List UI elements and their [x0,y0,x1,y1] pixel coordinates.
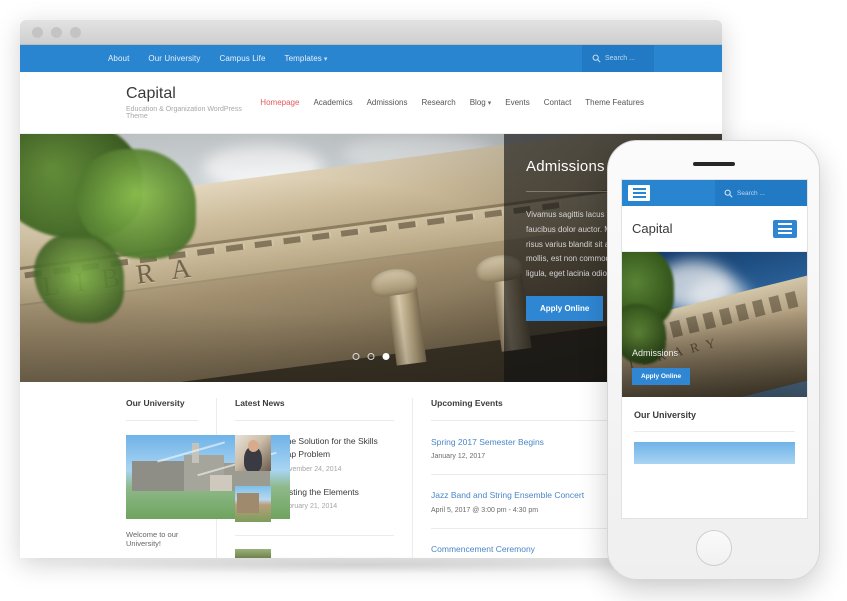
phone-brand-title[interactable]: Capital [632,221,672,236]
nav-item-admissions[interactable]: Admissions [367,98,408,107]
window-close-dot[interactable] [32,26,43,38]
slider-dot-3-active[interactable] [382,353,390,360]
event-divider [431,474,608,476]
nav-item-research[interactable]: Research [421,98,455,107]
topnav-item-about[interactable]: About [108,54,129,63]
nav-label: Blog [469,98,486,107]
top-search-placeholder: Search ... [605,55,635,62]
apply-online-button[interactable]: Apply Online [526,295,604,321]
nav-item-events[interactable]: Events [505,98,529,107]
nav-label: Research [421,98,456,107]
nav-label: Homepage [260,98,300,107]
our-university-title: Our University [126,398,185,408]
phone-earpiece-speaker [692,162,735,166]
event-list-item[interactable]: Commencement Ceremony [431,542,608,556]
event-item-title[interactable]: Commencement Ceremony [431,542,608,556]
top-search-field[interactable]: Search ... [582,45,654,72]
news-item-title[interactable]: Testing the Elements [280,486,359,499]
slider-pagination [352,353,390,360]
news-item-date: November 24, 2014 [280,465,342,473]
our-university-column: Our University Welcome to our University… [20,398,290,558]
phone-hero: LIBRARY Admissions Apply Online [622,252,807,397]
topnav-label: Templates [284,54,322,63]
nav-item-contact[interactable]: Contact [544,98,572,107]
window-maximize-dot[interactable] [70,26,81,38]
nav-item-blog[interactable]: Blog ▾ [470,98,492,107]
nav-item-theme-features[interactable]: Theme Features [585,98,644,107]
event-item-date: January 12, 2017 [431,453,486,461]
nav-label: Theme Features [585,98,644,107]
latest-news-title: Latest News [235,398,285,408]
slider-dot-2[interactable] [367,353,375,360]
main-nav: Homepage Academics Admissions Research B… [260,98,702,107]
phone-campus-photo [634,442,795,464]
phone-search-placeholder: Search ... [737,189,765,197]
news-item-title[interactable]: One Solution for the Skills Gap Problem [280,435,394,461]
event-item-title[interactable]: Spring 2017 Semester Begins [431,435,608,449]
phone-section-title: Our University [634,410,697,420]
slider-dot-1[interactable] [352,353,360,360]
event-item-title[interactable]: Jazz Band and String Ensemble Concert [431,488,608,502]
window-minimize-dot[interactable] [51,26,62,38]
news-divider [235,534,394,536]
chevron-down-icon: ▾ [323,56,328,63]
event-divider [431,527,608,529]
news-list-item[interactable]: Testing the Elements February 21, 2014 [235,485,394,522]
phone-apply-online-button[interactable]: Apply Online [632,368,691,385]
section-divider [634,431,795,432]
chevron-down-icon: ▾ [487,100,492,107]
column-divider [235,420,394,421]
hamburger-icon[interactable] [773,219,797,238]
news-list-item[interactable]: One Solution for the Skills Gap Problem … [235,435,394,473]
campus-sign [210,475,232,491]
campus-tower [192,443,199,463]
phone-site-header: Capital [622,206,807,252]
nav-label: Academics [313,98,353,107]
browser-titlebar [20,20,722,45]
column-divider [431,420,608,421]
upcoming-events-title: Upcoming Events [431,398,503,408]
news-item-date: February 21, 2014 [280,503,338,511]
phone-top-utility-bar: Search ... [622,180,807,206]
brand-title: Capital [126,84,176,102]
topnav-item-templates[interactable]: Templates ▾ [285,54,328,63]
campus-photo-caption: Welcome to our University! [126,530,179,548]
search-icon [724,189,733,198]
topnav-label: Campus Life [219,54,266,63]
phone-hero-caption: Admissions Apply Online [632,348,691,385]
nav-label: Admissions [366,98,408,107]
phone-screen: Search ... Capital Admissions Apply Onli… [621,179,808,519]
nav-item-academics[interactable]: Academics [313,98,352,107]
event-list-item[interactable]: Jazz Band and String Ensemble Concert Ap… [431,488,608,513]
phone-hero-title: Admissions [632,348,679,358]
phone-our-university-section: Our University [622,397,807,464]
window-drop-shadow [40,556,680,574]
topnav-item-campus-life[interactable]: Campus Life [219,54,265,63]
nav-label: Events [505,98,530,107]
top-utility-nav: About Our University Campus Life Templat… [108,54,328,63]
topnav-label: Our University [148,54,201,63]
brand-tagline: Education & Organization WordPress Theme [126,106,242,121]
brand-block[interactable]: Capital Education & Organization WordPre… [126,85,260,120]
home-button[interactable] [695,530,732,566]
event-item-date: April 5, 2017 @ 3:00 pm - 4:30 pm [431,506,539,514]
top-utility-bar: About Our University Campus Life Templat… [20,45,722,72]
nav-item-homepage[interactable]: Homepage [260,98,299,107]
search-icon [592,54,601,63]
upcoming-events-column: Upcoming Events Spring 2017 Semester Beg… [412,398,626,558]
news-thumbnail [235,435,271,471]
phone-search-field[interactable]: Search ... [715,180,807,206]
column-divider [126,420,198,421]
campus-building [132,461,184,491]
topnav-item-our-university[interactable]: Our University [148,54,200,63]
news-thumbnail [235,485,271,522]
phone-mockup: Search ... Capital Admissions Apply Onli… [607,140,820,580]
topnav-label: About [108,54,130,63]
nav-label: Contact [543,98,572,107]
site-header: Capital Education & Organization WordPre… [20,72,722,134]
event-list-item[interactable]: Spring 2017 Semester Begins January 12, … [431,435,608,460]
hamburger-icon[interactable] [628,185,650,201]
